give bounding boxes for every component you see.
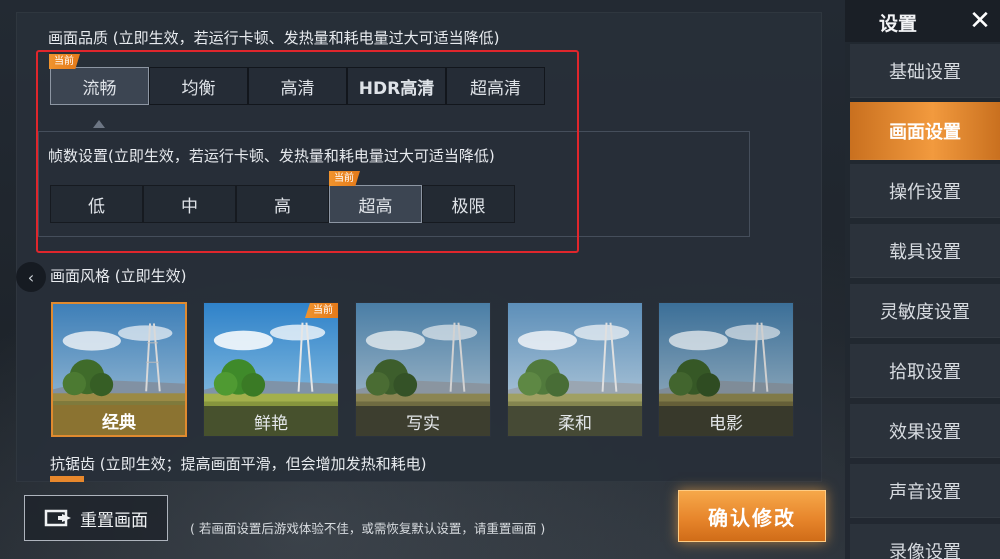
quality-option-hdr-hd[interactable]: HDR高清 bbox=[347, 67, 446, 105]
confirm-button[interactable]: 确认修改 bbox=[678, 490, 826, 542]
framerate-options: 低 中 高 超高 当前 极限 bbox=[50, 171, 515, 223]
sidebar-item-vehicle[interactable]: 载具设置 bbox=[850, 224, 1000, 278]
quality-option-label: 流畅 bbox=[82, 78, 117, 99]
sidebar-item-label: 拾取设置 bbox=[889, 361, 961, 383]
style-label: 写实 bbox=[356, 406, 490, 436]
sidebar-item-label: 效果设置 bbox=[889, 421, 961, 443]
sidebar-title: 设置 bbox=[879, 13, 918, 35]
sidebar-item-label: 基础设置 bbox=[889, 61, 961, 83]
quality-option-smooth[interactable]: 流畅 当前 bbox=[49, 54, 149, 105]
quality-option-label: HDR高清 bbox=[358, 78, 435, 99]
quality-options: 流畅 当前 均衡 高清 HDR高清 超高清 bbox=[49, 54, 545, 105]
framerate-option-label: 中 bbox=[181, 196, 198, 217]
selection-pointer bbox=[93, 120, 105, 128]
style-option-realistic[interactable]: 写实 bbox=[355, 302, 491, 437]
sidebar-item-sensitivity[interactable]: 灵敏度设置 bbox=[850, 284, 1000, 338]
quality-option-hd[interactable]: 高清 bbox=[248, 67, 347, 105]
style-option-classic[interactable]: 经典 bbox=[51, 302, 187, 437]
sidebar-item-recording[interactable]: 录像设置 bbox=[850, 524, 1000, 559]
sidebar-header: 设置 ✕ bbox=[845, 0, 1000, 42]
current-badge: 当前 bbox=[49, 54, 80, 69]
style-title: 画面风格 (立即生效) bbox=[50, 267, 187, 285]
style-label: 电影 bbox=[659, 406, 793, 436]
framerate-option-label: 高 bbox=[274, 196, 291, 217]
reset-button-label: 重置画面 bbox=[80, 510, 148, 531]
sidebar-item-label: 载具设置 bbox=[889, 241, 961, 263]
sidebar-item-effects[interactable]: 效果设置 bbox=[850, 404, 1000, 458]
style-option-soft[interactable]: 柔和 bbox=[507, 302, 643, 437]
style-label: 经典 bbox=[53, 405, 185, 435]
close-icon[interactable]: ✕ bbox=[963, 4, 997, 38]
framerate-option-high[interactable]: 高 bbox=[236, 185, 329, 223]
framerate-option-extreme[interactable]: 极限 bbox=[422, 185, 515, 223]
sidebar-item-label: 灵敏度设置 bbox=[880, 301, 970, 323]
framerate-option-medium[interactable]: 中 bbox=[143, 185, 236, 223]
sidebar-item-pickup[interactable]: 拾取设置 bbox=[850, 344, 1000, 398]
reset-note: ( 若画面设置后游戏体验不佳，或需恢复默认设置，请重置画面 ) bbox=[190, 521, 546, 536]
antialias-title: 抗锯齿 (立即生效；提高画面平滑，但会增加发热和耗电) bbox=[50, 455, 427, 473]
style-option-cinematic[interactable]: 电影 bbox=[658, 302, 794, 437]
current-badge: 当前 bbox=[305, 303, 338, 318]
sidebar-item-label: 操作设置 bbox=[889, 181, 961, 203]
confirm-button-label: 确认修改 bbox=[708, 505, 796, 530]
sidebar-item-graphics[interactable]: 画面设置 bbox=[850, 102, 1000, 160]
current-badge: 当前 bbox=[329, 171, 360, 186]
sidebar-item-label: 录像设置 bbox=[889, 541, 961, 559]
framerate-option-low[interactable]: 低 bbox=[50, 185, 143, 223]
sidebar-item-label: 画面设置 bbox=[889, 121, 961, 143]
framerate-option-label: 超高 bbox=[358, 196, 393, 217]
sidebar-item-audio[interactable]: 声音设置 bbox=[850, 464, 1000, 518]
framerate-title: 帧数设置(立即生效，若运行卡顿、发热量和耗电量过大可适当降低) bbox=[48, 147, 495, 165]
sidebar-item-basic[interactable]: 基础设置 bbox=[850, 44, 1000, 98]
reset-button[interactable]: 重置画面 bbox=[24, 495, 168, 541]
settings-sidebar: 设置 ✕ 基础设置 画面设置 操作设置 载具设置 灵敏度设置 拾取设置 效果设置… bbox=[845, 0, 1000, 559]
style-option-vivid[interactable]: 当前 鲜艳 bbox=[203, 302, 339, 437]
style-label: 鲜艳 bbox=[204, 406, 338, 436]
quality-option-balanced[interactable]: 均衡 bbox=[149, 67, 248, 105]
chevron-left-icon[interactable]: ‹ bbox=[16, 262, 46, 292]
framerate-option-label: 极限 bbox=[451, 196, 486, 217]
quality-option-ultra-hd[interactable]: 超高清 bbox=[446, 67, 545, 105]
sidebar-item-controls[interactable]: 操作设置 bbox=[850, 164, 1000, 218]
quality-option-label: 均衡 bbox=[181, 78, 216, 99]
reset-icon bbox=[44, 509, 71, 527]
style-label: 柔和 bbox=[508, 406, 642, 436]
framerate-option-ultra[interactable]: 超高 当前 bbox=[329, 171, 422, 223]
sidebar-item-label: 声音设置 bbox=[889, 481, 961, 503]
current-badge-partial bbox=[50, 476, 84, 482]
quality-option-label: 高清 bbox=[280, 78, 315, 99]
framerate-option-label: 低 bbox=[88, 196, 105, 217]
quality-option-label: 超高清 bbox=[470, 78, 521, 99]
quality-title: 画面品质 (立即生效，若运行卡顿、发热量和耗电量过大可适当降低) bbox=[48, 29, 500, 47]
